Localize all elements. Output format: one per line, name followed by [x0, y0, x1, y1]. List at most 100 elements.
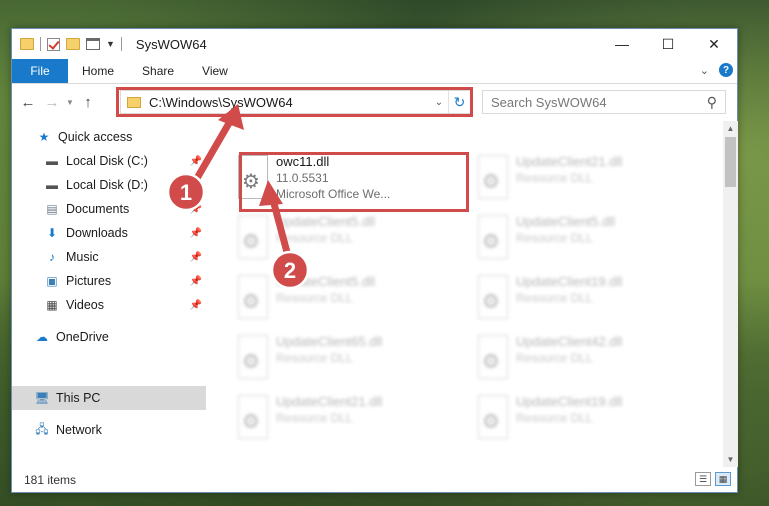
new-folder-icon[interactable] — [66, 38, 80, 50]
close-button[interactable]: ✕ — [691, 29, 737, 59]
file-explorer-window: ▼ SysWOW64 — ☐ ✕ File Home Share View ⌄ … — [11, 28, 738, 493]
dll-file-icon: ⚙ — [472, 215, 510, 261]
file-type: Resource DLL — [276, 411, 353, 425]
customize-toolbar-dropdown-icon[interactable]: ▼ — [106, 39, 115, 49]
window-controls: — ☐ ✕ — [599, 29, 737, 59]
sidebar-item-local-disk-c[interactable]: ▬ Local Disk (C:) 📌 — [12, 149, 206, 173]
sidebar-item-label: Music — [66, 250, 99, 264]
toolbar-separator — [40, 37, 41, 51]
file-name: UpdateClient19.dll — [516, 394, 623, 409]
file-name: UpdateClient19.dll — [516, 274, 623, 289]
help-icon[interactable]: ? — [719, 63, 733, 77]
sidebar-item-network[interactable]: 🖧 Network — [12, 418, 206, 442]
dll-file-icon: ⚙ — [472, 335, 510, 381]
ribbon-right-controls: ⌄ ? — [700, 63, 733, 77]
file-highlight-box — [239, 152, 469, 212]
pin-icon[interactable]: 📌 — [190, 228, 202, 239]
recent-locations-dropdown-icon[interactable]: ▼ — [64, 98, 76, 107]
back-arrow-icon[interactable]: ← — [16, 94, 40, 111]
file-type: Resource DLL — [516, 411, 593, 425]
sidebar-item-label: Downloads — [66, 226, 128, 240]
pin-icon[interactable]: 📌 — [190, 300, 202, 311]
tab-view[interactable]: View — [188, 59, 242, 83]
sidebar-item-label: Pictures — [66, 274, 112, 288]
star-icon: ★ — [38, 130, 50, 144]
network-icon: 🖧 — [35, 421, 49, 436]
file-tile[interactable]: ⚙ UpdateClient65.dll Resource DLL — [232, 333, 462, 391]
address-bar-highlight-box — [116, 87, 473, 117]
properties-icon[interactable] — [86, 38, 100, 50]
sidebar-item-videos[interactable]: ▦ Videos 📌 — [12, 293, 206, 317]
file-name: UpdateClient65.dll — [276, 334, 383, 349]
ribbon-tabs: File Home Share View ⌄ ? — [12, 59, 737, 84]
title-bar: ▼ SysWOW64 — ☐ ✕ — [12, 29, 737, 59]
minimize-button[interactable]: — — [599, 29, 645, 59]
tab-home[interactable]: Home — [68, 59, 128, 83]
file-type: Resource DLL — [276, 231, 353, 245]
pictures-icon: ▣ — [46, 274, 58, 288]
file-list: ⚙ owc11.dll 11.0.5531 Microsoft Office W… — [216, 121, 722, 466]
pin-icon[interactable]: 📌 — [190, 204, 202, 215]
drive-icon: ▬ — [46, 154, 58, 168]
search-icon[interactable]: ⚲ — [707, 94, 717, 111]
sidebar-item-label: Local Disk (D:) — [66, 178, 148, 192]
file-tile[interactable]: ⚙ UpdateClient5.dll Resource DLL — [232, 213, 462, 271]
sidebar-item-onedrive[interactable]: ☁ OneDrive — [12, 325, 206, 349]
file-type: Resource DLL — [276, 351, 353, 365]
drive-icon: ▬ — [46, 178, 58, 192]
sidebar-item-label: Network — [56, 423, 102, 437]
sidebar-item-local-disk-d[interactable]: ▬ Local Disk (D:) 📌 — [12, 173, 206, 197]
details-view-icon[interactable]: ☰ — [695, 472, 711, 486]
dll-file-icon: ⚙ — [472, 395, 510, 441]
file-name: UpdateClient21.dll — [516, 154, 623, 169]
maximize-button[interactable]: ☐ — [645, 29, 691, 59]
videos-icon: ▦ — [46, 298, 58, 312]
file-name: UpdateClient42.dll — [516, 334, 623, 349]
expand-ribbon-chevron-icon[interactable]: ⌄ — [700, 64, 709, 77]
scroll-down-arrow-icon[interactable]: ▼ — [723, 452, 738, 467]
pin-icon[interactable]: 📌 — [190, 252, 202, 263]
status-bar: 181 items ☰ ▦ — [12, 467, 737, 492]
dll-file-icon: ⚙ — [472, 155, 510, 201]
file-tile[interactable]: ⚙ UpdateClient19.dll Resource DLL — [472, 273, 702, 331]
scroll-up-arrow-icon[interactable]: ▲ — [723, 121, 738, 136]
file-tile[interactable]: ⚙ UpdateClient5.dll Resource DLL — [232, 273, 462, 331]
vertical-scrollbar[interactable]: ▲ ▼ — [723, 121, 738, 467]
tab-share[interactable]: Share — [128, 59, 188, 83]
file-name: UpdateClient5.dll — [276, 214, 376, 229]
large-icons-view-icon[interactable]: ▦ — [715, 472, 731, 486]
file-type: Resource DLL — [516, 171, 593, 185]
onedrive-icon: ☁ — [36, 330, 48, 344]
file-tile[interactable]: ⚙ UpdateClient42.dll Resource DLL — [472, 333, 702, 391]
sidebar-item-label: Videos — [66, 298, 104, 312]
sidebar-item-quick-access[interactable]: ★ Quick access — [12, 125, 206, 149]
sidebar-item-pictures[interactable]: ▣ Pictures 📌 — [12, 269, 206, 293]
pin-icon[interactable]: 📌 — [190, 156, 202, 167]
pin-icon[interactable]: 📌 — [190, 276, 202, 287]
forward-arrow-icon[interactable]: → — [40, 94, 64, 111]
dll-file-icon: ⚙ — [232, 335, 270, 381]
toolbar-separator — [120, 37, 122, 51]
file-type: Resource DLL — [516, 291, 593, 305]
sidebar-item-this-pc[interactable]: 🖥 This PC — [12, 386, 206, 410]
item-count: 181 items — [24, 472, 77, 487]
sidebar-item-documents[interactable]: ▤ Documents 📌 — [12, 197, 206, 221]
file-tile[interactable]: ⚙ UpdateClient19.dll Resource DLL — [472, 393, 702, 451]
view-toggle: ☰ ▦ — [695, 472, 731, 486]
tab-file[interactable]: File — [12, 59, 68, 83]
up-arrow-icon[interactable]: ↑ — [76, 94, 100, 111]
file-tile[interactable]: ⚙ UpdateClient21.dll Resource DLL — [232, 393, 462, 451]
dll-file-icon: ⚙ — [232, 395, 270, 441]
file-tile[interactable]: ⚙ UpdateClient5.dll Resource DLL — [472, 213, 702, 271]
file-tile[interactable]: ⚙ UpdateClient21.dll Resource DLL — [472, 153, 702, 211]
sidebar-item-music[interactable]: ♪ Music 📌 — [12, 245, 206, 269]
dll-file-icon: ⚙ — [472, 275, 510, 321]
sidebar-item-downloads[interactable]: ⬇ Downloads 📌 — [12, 221, 206, 245]
sidebar-item-label: OneDrive — [56, 330, 109, 344]
properties-check-icon[interactable] — [47, 37, 60, 51]
quick-access-toolbar: ▼ — [12, 37, 122, 51]
pin-icon[interactable]: 📌 — [190, 180, 202, 191]
search-input[interactable]: Search SysWOW64 ⚲ — [482, 90, 726, 114]
scrollbar-thumb[interactable] — [725, 137, 736, 187]
documents-icon: ▤ — [46, 202, 58, 216]
